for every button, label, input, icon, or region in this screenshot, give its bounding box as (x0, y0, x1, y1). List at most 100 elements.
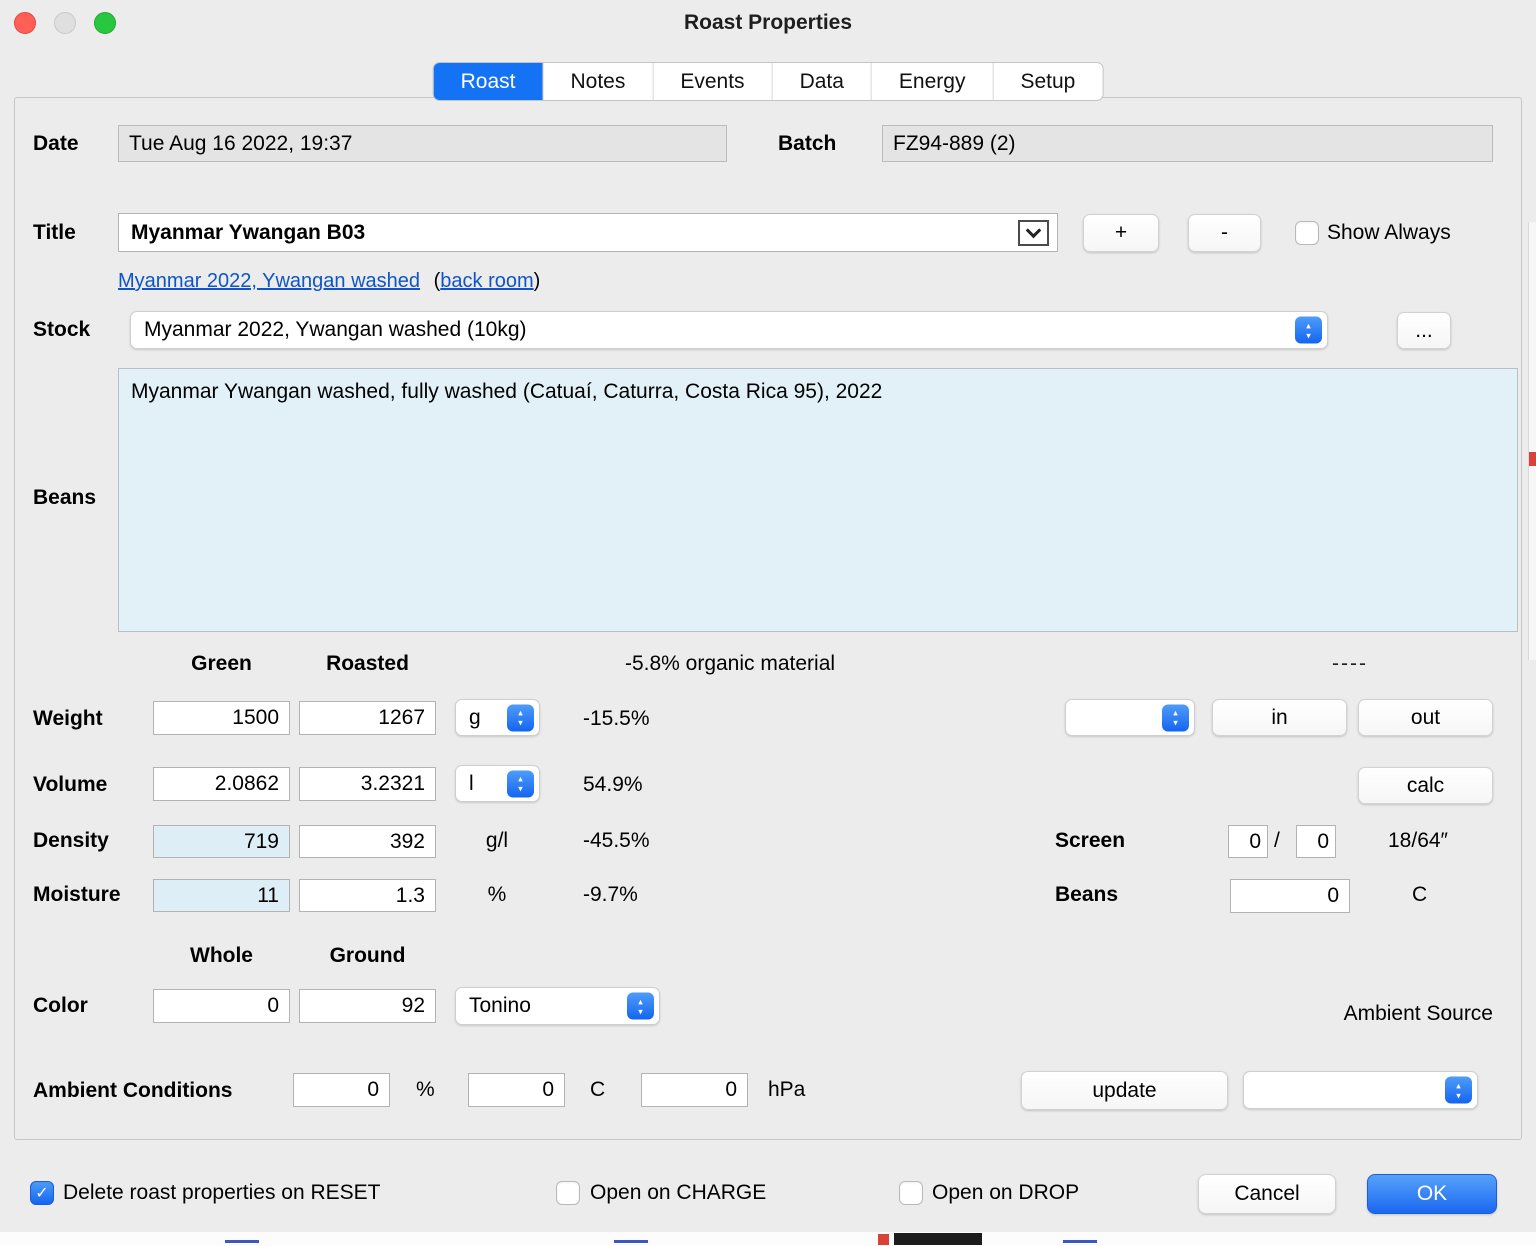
ground-column-header: Ground (299, 944, 436, 968)
volume-percent-text: 54.9% (583, 766, 643, 803)
stepper-up-icon: ▴ (1173, 708, 1178, 718)
stepper-down-icon: ▾ (1456, 1090, 1461, 1100)
color-meter-value: Tonino (469, 994, 531, 1018)
open-on-charge-checkbox[interactable] (556, 1181, 580, 1205)
pressure-field[interactable]: 0 (641, 1073, 748, 1107)
coffee-link[interactable]: Myanmar 2022, Ywangan washed (118, 270, 420, 292)
weight-roasted-field[interactable]: 1267 (299, 701, 436, 735)
stepper-icon: ▴▾ (507, 770, 534, 797)
moisture-green-field[interactable]: 11 (153, 879, 290, 912)
color-ground-field[interactable]: 92 (299, 989, 436, 1023)
update-button[interactable]: update (1021, 1071, 1228, 1110)
stepper-icon: ▴▾ (507, 704, 534, 731)
tab-data[interactable]: Data (772, 63, 871, 100)
batch-field: FZ94-889 (2) (882, 125, 1493, 162)
stepper-up-icon: ▴ (518, 774, 523, 784)
add-title-button[interactable]: + (1083, 214, 1159, 252)
inout-scale-select[interactable]: ▴▾ (1065, 699, 1195, 736)
background-fragment (1529, 452, 1536, 466)
moisture-percent-text: -9.7% (583, 878, 638, 912)
humidity-unit-text: % (416, 1072, 435, 1108)
humidity-field[interactable]: 0 (293, 1073, 390, 1107)
bean-temp-field[interactable]: 0 (1230, 879, 1350, 913)
color-whole-field[interactable]: 0 (153, 989, 290, 1023)
temperature-unit-text: C (590, 1072, 605, 1108)
screen-max-field[interactable]: 0 (1296, 825, 1336, 858)
background-fragment (1063, 1240, 1097, 1243)
ambient-conditions-label: Ambient Conditions (33, 1072, 232, 1110)
tab-roast[interactable]: Roast (434, 63, 543, 100)
volume-unit-value: l (469, 772, 474, 796)
store-link[interactable]: back room (440, 270, 533, 292)
screen-min-field[interactable]: 0 (1228, 825, 1268, 858)
open-on-drop-label: Open on DROP (932, 1172, 1079, 1214)
delete-on-reset-checkbox[interactable]: ✓ (30, 1181, 54, 1205)
moisture-unit-text: % (467, 878, 527, 912)
whole-column-header: Whole (153, 944, 290, 968)
color-meter-select[interactable]: Tonino ▴▾ (455, 987, 660, 1025)
density-green-field[interactable]: 719 (153, 825, 290, 858)
volume-calc-button[interactable]: calc (1358, 767, 1493, 804)
tab-notes[interactable]: Notes (543, 63, 653, 100)
stock-more-button[interactable]: ... (1397, 312, 1451, 349)
checkmark-icon: ✓ (35, 1183, 48, 1203)
stepper-icon: ▴▾ (1445, 1077, 1472, 1104)
weight-green-field[interactable]: 1500 (153, 701, 290, 735)
volume-unit-select[interactable]: l ▴▾ (455, 765, 540, 802)
stepper-up-icon: ▴ (1456, 1080, 1461, 1090)
show-always-label: Show Always (1327, 214, 1451, 252)
stock-select-value: Myanmar 2022, Ywangan washed (10kg) (144, 318, 527, 342)
stepper-up-icon: ▴ (638, 996, 643, 1006)
paren-close-text: ) (534, 270, 541, 292)
ambient-source-select[interactable]: ▴▾ (1243, 1071, 1478, 1109)
title-combobox-value: Myanmar Ywangan B03 (131, 221, 365, 245)
remove-title-button[interactable]: - (1188, 214, 1261, 252)
date-label: Date (33, 125, 79, 162)
stepper-down-icon: ▾ (518, 718, 523, 728)
bean-temp-unit-text: C (1412, 878, 1427, 912)
cancel-button[interactable]: Cancel (1198, 1174, 1336, 1214)
template-dashes-text: ---- (1285, 652, 1415, 676)
ok-button[interactable]: OK (1367, 1174, 1497, 1214)
background-fragment (614, 1240, 648, 1243)
weight-in-button[interactable]: in (1212, 699, 1347, 736)
stock-links-row: Myanmar 2022, Ywangan washed (back room) (118, 270, 540, 293)
density-unit-text: g/l (467, 824, 527, 858)
tab-energy[interactable]: Energy (871, 63, 993, 100)
bean-temp-label: Beans (1055, 878, 1118, 912)
weight-label: Weight (33, 700, 103, 737)
density-percent-text: -45.5% (583, 824, 650, 858)
volume-green-field[interactable]: 2.0862 (153, 767, 290, 801)
stepper-down-icon: ▾ (1173, 718, 1178, 728)
open-on-drop-checkbox[interactable] (899, 1181, 923, 1205)
organic-material-text: -5.8% organic material (540, 652, 920, 676)
weight-out-button[interactable]: out (1358, 699, 1493, 736)
stepper-icon: ▴▾ (627, 993, 654, 1020)
window-title: Roast Properties (0, 0, 1536, 46)
title-combobox[interactable]: Myanmar Ywangan B03 (118, 213, 1058, 252)
screen-size-text: 18/64″ (1388, 824, 1448, 858)
tab-events[interactable]: Events (652, 63, 771, 100)
stepper-down-icon: ▾ (638, 1006, 643, 1016)
tab-setup[interactable]: Setup (992, 63, 1102, 100)
background-fragment (225, 1240, 259, 1243)
beans-textarea[interactable]: Myanmar Ywangan washed, fully washed (Ca… (118, 368, 1518, 632)
density-roasted-field[interactable]: 392 (299, 825, 436, 858)
title-label: Title (33, 214, 76, 252)
color-label: Color (33, 988, 88, 1024)
delete-on-reset-label: Delete roast properties on RESET (63, 1172, 380, 1214)
weight-unit-select[interactable]: g ▴▾ (455, 699, 540, 736)
green-column-header: Green (153, 652, 290, 676)
stock-select[interactable]: Myanmar 2022, Ywangan washed (10kg) ▴▾ (130, 311, 1328, 349)
stock-label: Stock (33, 311, 90, 349)
temperature-field[interactable]: 0 (468, 1073, 565, 1107)
moisture-label: Moisture (33, 878, 121, 912)
beans-label: Beans (33, 486, 96, 510)
moisture-roasted-field[interactable]: 1.3 (299, 879, 436, 912)
pressure-unit-text: hPa (768, 1072, 805, 1108)
volume-roasted-field[interactable]: 3.2321 (299, 767, 436, 801)
stepper-icon: ▴▾ (1295, 317, 1322, 344)
screen-separator-text: / (1274, 824, 1280, 858)
combo-dropdown-arrow-icon[interactable] (1018, 220, 1049, 246)
show-always-checkbox[interactable] (1295, 221, 1319, 245)
